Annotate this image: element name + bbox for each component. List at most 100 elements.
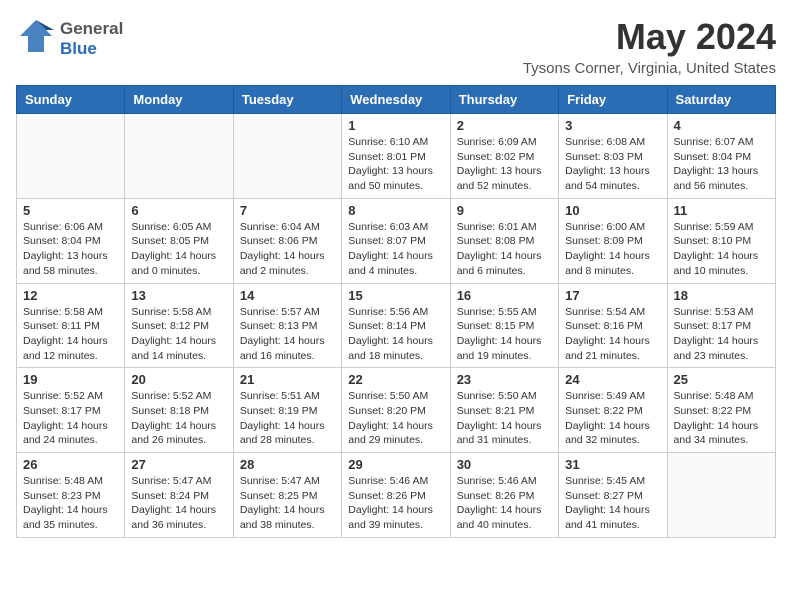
weekday-header: Tuesday — [233, 86, 341, 114]
day-number: 23 — [457, 372, 552, 387]
calendar-day-cell: 7 Sunrise: 6:04 AM Sunset: 8:06 PM Daylig… — [233, 198, 341, 283]
calendar-week-row: 12 Sunrise: 5:58 AM Sunset: 8:11 PM Dayli… — [17, 283, 776, 368]
day-number: 16 — [457, 288, 552, 303]
calendar-day-cell: 14 Sunrise: 5:57 AM Sunset: 8:13 PM Dayli… — [233, 283, 341, 368]
day-info: Sunrise: 5:47 AM Sunset: 8:25 PM Dayligh… — [240, 474, 335, 533]
day-info: Sunrise: 5:50 AM Sunset: 8:20 PM Dayligh… — [348, 389, 443, 448]
day-info: Sunrise: 5:59 AM Sunset: 8:10 PM Dayligh… — [674, 220, 769, 279]
calendar-day-cell: 13 Sunrise: 5:58 AM Sunset: 8:12 PM Dayli… — [125, 283, 233, 368]
calendar-table: SundayMondayTuesdayWednesdayThursdayFrid… — [16, 85, 776, 538]
day-number: 7 — [240, 203, 335, 218]
calendar-day-cell: 3 Sunrise: 6:08 AM Sunset: 8:03 PM Daylig… — [559, 114, 667, 199]
day-info: Sunrise: 6:10 AM Sunset: 8:01 PM Dayligh… — [348, 135, 443, 194]
day-info: Sunrise: 5:53 AM Sunset: 8:17 PM Dayligh… — [674, 305, 769, 364]
logo-icon — [16, 16, 56, 61]
calendar-day-cell: 28 Sunrise: 5:47 AM Sunset: 8:25 PM Dayli… — [233, 453, 341, 538]
day-info: Sunrise: 5:58 AM Sunset: 8:12 PM Dayligh… — [131, 305, 226, 364]
day-info: Sunrise: 5:46 AM Sunset: 8:26 PM Dayligh… — [457, 474, 552, 533]
calendar-day-cell — [233, 114, 341, 199]
calendar-day-cell: 27 Sunrise: 5:47 AM Sunset: 8:24 PM Dayli… — [125, 453, 233, 538]
calendar-day-cell: 22 Sunrise: 5:50 AM Sunset: 8:20 PM Dayli… — [342, 368, 450, 453]
logo: General Blue — [16, 16, 123, 61]
logo-blue: Blue — [60, 39, 123, 59]
day-info: Sunrise: 6:09 AM Sunset: 8:02 PM Dayligh… — [457, 135, 552, 194]
day-number: 24 — [565, 372, 660, 387]
calendar-header-row: SundayMondayTuesdayWednesdayThursdayFrid… — [17, 86, 776, 114]
day-number: 27 — [131, 457, 226, 472]
calendar-day-cell: 8 Sunrise: 6:03 AM Sunset: 8:07 PM Daylig… — [342, 198, 450, 283]
day-info: Sunrise: 5:52 AM Sunset: 8:18 PM Dayligh… — [131, 389, 226, 448]
day-number: 26 — [23, 457, 118, 472]
day-info: Sunrise: 6:08 AM Sunset: 8:03 PM Dayligh… — [565, 135, 660, 194]
day-info: Sunrise: 5:46 AM Sunset: 8:26 PM Dayligh… — [348, 474, 443, 533]
day-number: 29 — [348, 457, 443, 472]
day-number: 4 — [674, 118, 769, 133]
day-number: 8 — [348, 203, 443, 218]
day-info: Sunrise: 5:51 AM Sunset: 8:19 PM Dayligh… — [240, 389, 335, 448]
day-info: Sunrise: 5:56 AM Sunset: 8:14 PM Dayligh… — [348, 305, 443, 364]
calendar-day-cell: 29 Sunrise: 5:46 AM Sunset: 8:26 PM Dayli… — [342, 453, 450, 538]
day-info: Sunrise: 6:07 AM Sunset: 8:04 PM Dayligh… — [674, 135, 769, 194]
calendar-day-cell: 2Sunrise: 6:09 AM Sunset: 8:02 PM Daylig… — [450, 114, 558, 199]
weekday-header: Monday — [125, 86, 233, 114]
calendar-day-cell — [17, 114, 125, 199]
logo-general: General — [60, 19, 123, 39]
day-number: 3 — [565, 118, 660, 133]
calendar-week-row: 5Sunrise: 6:06 AM Sunset: 8:04 PM Daylig… — [17, 198, 776, 283]
day-number: 30 — [457, 457, 552, 472]
calendar-day-cell: 12 Sunrise: 5:58 AM Sunset: 8:11 PM Dayli… — [17, 283, 125, 368]
weekday-header: Sunday — [17, 86, 125, 114]
calendar-day-cell: 25 Sunrise: 5:48 AM Sunset: 8:22 PM Dayli… — [667, 368, 775, 453]
day-info: Sunrise: 5:54 AM Sunset: 8:16 PM Dayligh… — [565, 305, 660, 364]
logo-text: General Blue — [60, 19, 123, 59]
day-info: Sunrise: 5:47 AM Sunset: 8:24 PM Dayligh… — [131, 474, 226, 533]
day-info: Sunrise: 6:05 AM Sunset: 8:05 PM Dayligh… — [131, 220, 226, 279]
day-info: Sunrise: 5:45 AM Sunset: 8:27 PM Dayligh… — [565, 474, 660, 533]
day-info: Sunrise: 6:06 AM Sunset: 8:04 PM Dayligh… — [23, 220, 118, 279]
page-header: General Blue May 2024 Tysons Corner, Vir… — [16, 16, 776, 77]
day-number: 20 — [131, 372, 226, 387]
day-info: Sunrise: 5:48 AM Sunset: 8:22 PM Dayligh… — [674, 389, 769, 448]
day-info: Sunrise: 6:01 AM Sunset: 8:08 PM Dayligh… — [457, 220, 552, 279]
day-number: 31 — [565, 457, 660, 472]
calendar-day-cell: 11 Sunrise: 5:59 AM Sunset: 8:10 PM Dayli… — [667, 198, 775, 283]
day-number: 14 — [240, 288, 335, 303]
day-info: Sunrise: 5:57 AM Sunset: 8:13 PM Dayligh… — [240, 305, 335, 364]
day-number: 25 — [674, 372, 769, 387]
day-info: Sunrise: 5:58 AM Sunset: 8:11 PM Dayligh… — [23, 305, 118, 364]
day-number: 22 — [348, 372, 443, 387]
day-number: 19 — [23, 372, 118, 387]
weekday-header: Wednesday — [342, 86, 450, 114]
calendar-day-cell: 23Sunrise: 5:50 AM Sunset: 8:21 PM Dayli… — [450, 368, 558, 453]
day-info: Sunrise: 5:52 AM Sunset: 8:17 PM Dayligh… — [23, 389, 118, 448]
day-info: Sunrise: 6:04 AM Sunset: 8:06 PM Dayligh… — [240, 220, 335, 279]
day-info: Sunrise: 6:00 AM Sunset: 8:09 PM Dayligh… — [565, 220, 660, 279]
calendar-day-cell: 26Sunrise: 5:48 AM Sunset: 8:23 PM Dayli… — [17, 453, 125, 538]
weekday-header: Friday — [559, 86, 667, 114]
calendar-day-cell: 21Sunrise: 5:51 AM Sunset: 8:19 PM Dayli… — [233, 368, 341, 453]
calendar-day-cell: 30 Sunrise: 5:46 AM Sunset: 8:26 PM Dayli… — [450, 453, 558, 538]
day-number: 28 — [240, 457, 335, 472]
day-number: 1 — [348, 118, 443, 133]
day-number: 13 — [131, 288, 226, 303]
calendar-day-cell — [125, 114, 233, 199]
calendar-day-cell: 18 Sunrise: 5:53 AM Sunset: 8:17 PM Dayli… — [667, 283, 775, 368]
day-number: 18 — [674, 288, 769, 303]
calendar-week-row: 19 Sunrise: 5:52 AM Sunset: 8:17 PM Dayli… — [17, 368, 776, 453]
day-info: Sunrise: 6:03 AM Sunset: 8:07 PM Dayligh… — [348, 220, 443, 279]
day-info: Sunrise: 5:55 AM Sunset: 8:15 PM Dayligh… — [457, 305, 552, 364]
title-block: May 2024 Tysons Corner, Virginia, United… — [523, 16, 776, 77]
calendar-day-cell: 6 Sunrise: 6:05 AM Sunset: 8:05 PM Daylig… — [125, 198, 233, 283]
day-number: 6 — [131, 203, 226, 218]
day-info: Sunrise: 5:49 AM Sunset: 8:22 PM Dayligh… — [565, 389, 660, 448]
day-number: 12 — [23, 288, 118, 303]
calendar-week-row: 1 Sunrise: 6:10 AM Sunset: 8:01 PM Daylig… — [17, 114, 776, 199]
calendar-day-cell: 20 Sunrise: 5:52 AM Sunset: 8:18 PM Dayli… — [125, 368, 233, 453]
month-title: May 2024 — [523, 16, 776, 58]
calendar-day-cell: 1 Sunrise: 6:10 AM Sunset: 8:01 PM Daylig… — [342, 114, 450, 199]
calendar-week-row: 26Sunrise: 5:48 AM Sunset: 8:23 PM Dayli… — [17, 453, 776, 538]
calendar-day-cell — [667, 453, 775, 538]
calendar-day-cell: 4 Sunrise: 6:07 AM Sunset: 8:04 PM Daylig… — [667, 114, 775, 199]
day-number: 11 — [674, 203, 769, 218]
calendar-day-cell: 5Sunrise: 6:06 AM Sunset: 8:04 PM Daylig… — [17, 198, 125, 283]
